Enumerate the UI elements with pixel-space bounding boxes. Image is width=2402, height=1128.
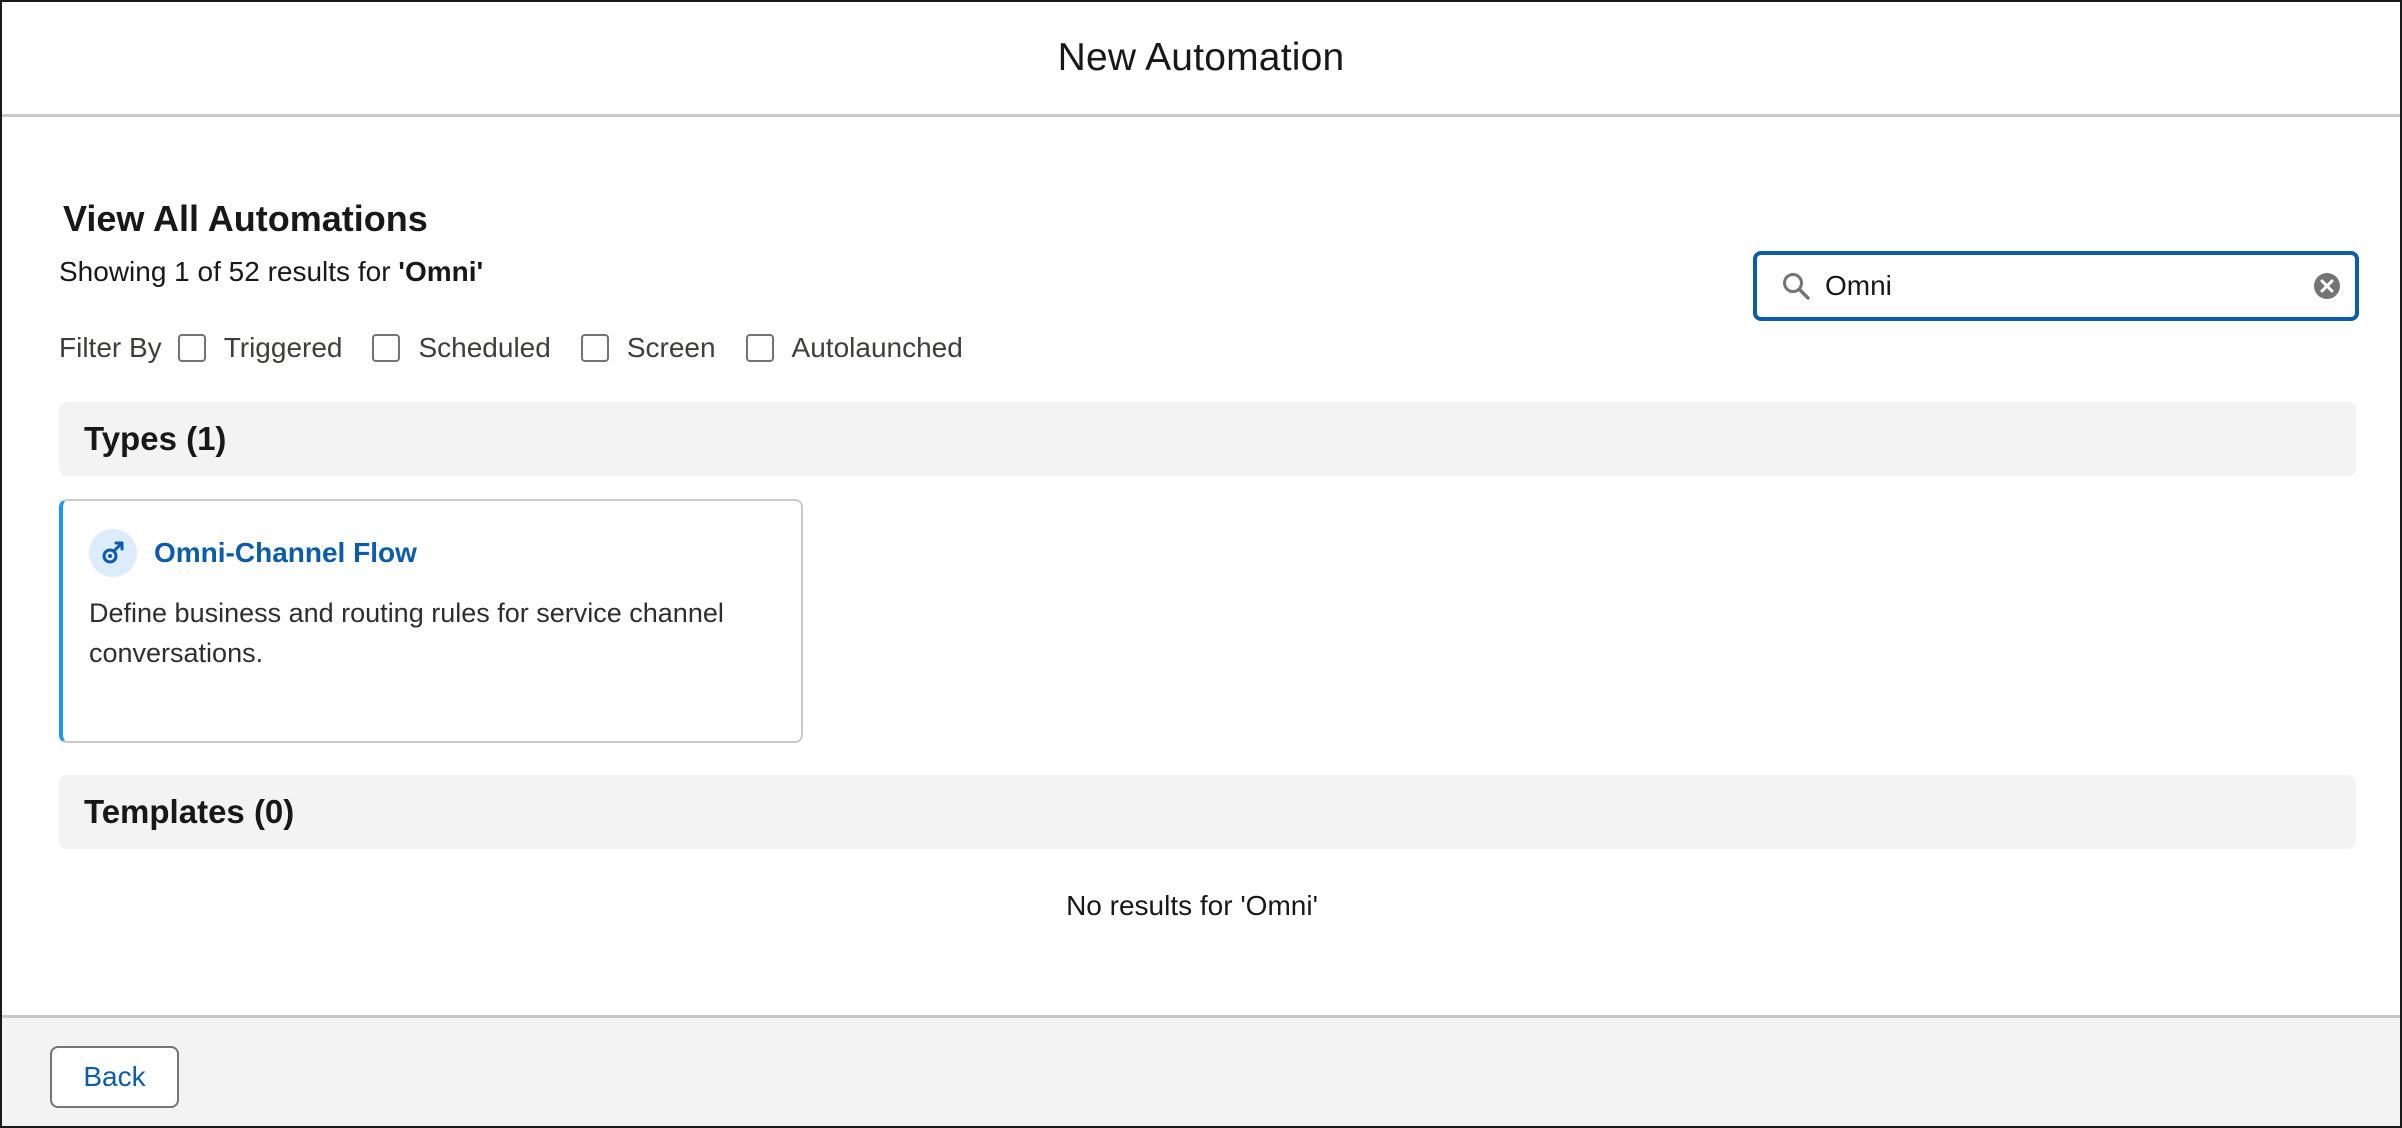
omni-channel-flow-icon	[89, 529, 137, 577]
templates-section-header: Templates (0)	[59, 775, 2356, 849]
results-query: 'Omni'	[398, 256, 484, 287]
page-heading: View All Automations	[63, 198, 428, 239]
back-button[interactable]: Back	[50, 1046, 179, 1108]
autolaunched-checkbox[interactable]	[745, 334, 774, 362]
scheduled-checkbox[interactable]	[372, 334, 401, 362]
scheduled-label: Scheduled	[418, 332, 551, 363]
clear-search-icon[interactable]	[2313, 272, 2341, 300]
results-prefix: Showing 1 of 52 results for	[59, 256, 399, 287]
modal-title: New Automation	[1057, 36, 1345, 79]
card-description: Define business and routing rules for se…	[89, 598, 724, 668]
triggered-checkbox[interactable]	[177, 334, 206, 362]
filter-by-label: Filter By	[59, 332, 162, 363]
filter-scheduled[interactable]: Scheduled	[372, 332, 551, 364]
filter-screen[interactable]: Screen	[580, 332, 716, 364]
autolaunched-label: Autolaunched	[791, 332, 963, 363]
screen-checkbox[interactable]	[580, 334, 609, 362]
triggered-label: Triggered	[223, 332, 343, 363]
types-section-header: Types (1)	[59, 402, 2356, 476]
card-header: Omni-Channel Flow	[89, 529, 417, 577]
filter-row: Filter By Triggered Scheduled Screen Aut…	[59, 328, 993, 368]
types-section-title: Types (1)	[84, 420, 227, 457]
search-icon	[1779, 269, 1813, 303]
filter-autolaunched[interactable]: Autolaunched	[745, 332, 963, 364]
no-results-message: No results for 'Omni'	[1066, 890, 1318, 921]
filter-triggered[interactable]: Triggered	[177, 332, 343, 364]
modal-header: New Automation	[2, 2, 2400, 117]
omni-channel-flow-card[interactable]: Omni-Channel Flow Define business and ro…	[59, 499, 803, 743]
modal-footer: Back	[2, 1015, 2400, 1126]
templates-section-title: Templates (0)	[84, 793, 295, 830]
new-automation-modal: New Automation View All Automations Show…	[0, 0, 2402, 1128]
card-title: Omni-Channel Flow	[154, 537, 417, 568]
search-input[interactable]	[1825, 266, 2313, 306]
screen-label: Screen	[626, 332, 716, 363]
results-summary: Showing 1 of 52 results for 'Omni'	[59, 256, 483, 288]
search-box[interactable]	[1753, 251, 2359, 321]
